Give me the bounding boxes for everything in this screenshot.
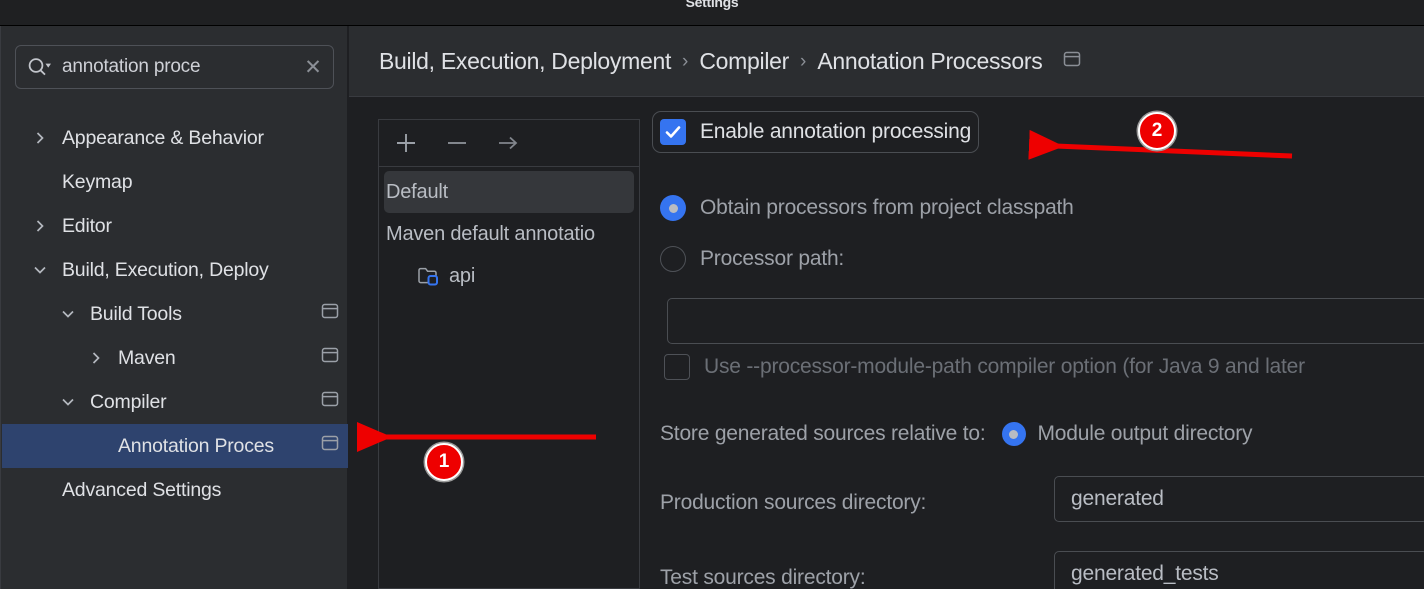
- sidebar-item-editor[interactable]: Editor: [0, 204, 348, 248]
- profiles-list: Default Maven default annotatio api: [379, 167, 639, 297]
- settings-dialog: Settings annotation proce ✕ Appearance &…: [0, 0, 1424, 589]
- obtain-from-classpath-radio[interactable]: [660, 195, 686, 221]
- module-output-directory-radio[interactable]: [1001, 422, 1026, 446]
- sidebar-left-edge: [0, 26, 2, 589]
- breadcrumb-item[interactable]: Build, Execution, Deployment: [379, 48, 671, 75]
- profile-list-item[interactable]: api: [379, 255, 639, 297]
- settings-search-box[interactable]: annotation proce ✕: [15, 45, 334, 89]
- enable-annotation-processing-row[interactable]: Enable annotation processing: [652, 111, 980, 153]
- chevron-right-icon[interactable]: [30, 128, 50, 148]
- sidebar-item-label: Appearance & Behavior: [62, 126, 264, 149]
- module-folder-icon: [417, 265, 441, 287]
- breadcrumb: Build, Execution, Deployment › Compiler › An…: [349, 27, 1424, 97]
- processor-path-label: Processor path:: [700, 247, 845, 270]
- production-sources-label-wrap: Production sources directory:: [660, 491, 926, 515]
- sidebar-item-label: Annotation Proces: [118, 434, 274, 457]
- project-level-settings-icon: [320, 434, 340, 458]
- arrow-right-icon[interactable]: [495, 130, 521, 156]
- settings-sidebar: annotation proce ✕ Appearance & Behavior…: [0, 26, 348, 589]
- processor-path-radio[interactable]: [660, 246, 686, 272]
- plus-icon[interactable]: [393, 130, 419, 156]
- breadcrumb-item[interactable]: Annotation Processors: [817, 48, 1042, 75]
- minus-icon[interactable]: [444, 130, 470, 156]
- annotation-marker-1: 1: [425, 443, 463, 481]
- profile-list-item-label: Maven default annotatio: [386, 222, 595, 245]
- processor-module-path-row: Use --processor-module-path compiler opt…: [664, 354, 1305, 380]
- module-output-directory-label: Module output directory: [1037, 422, 1253, 445]
- search-icon: [16, 56, 62, 78]
- settings-tree: Appearance & Behavior Keymap Editor Build, …: [0, 116, 348, 512]
- sidebar-item-advanced-settings[interactable]: Advanced Settings: [0, 468, 348, 512]
- profile-list-item-label: Default: [386, 180, 448, 203]
- project-level-settings-icon: [1062, 50, 1082, 73]
- profile-list-item[interactable]: Maven default annotatio: [379, 213, 639, 255]
- settings-content: Default Maven default annotatio api Enable…: [349, 97, 1424, 589]
- sidebar-item-label: Compiler: [90, 390, 167, 413]
- chevron-down-icon[interactable]: [58, 392, 78, 412]
- annotation-marker-2: 2: [1138, 112, 1176, 150]
- store-generated-sources-label: Store generated sources relative to:: [660, 422, 986, 445]
- profile-list-item-label: api: [449, 264, 476, 287]
- store-generated-sources-row: Store generated sources relative to: Mod…: [660, 422, 1253, 446]
- production-sources-input[interactable]: generated: [1054, 476, 1424, 522]
- sidebar-item-label: Build Tools: [90, 302, 182, 325]
- breadcrumb-item[interactable]: Compiler: [699, 48, 789, 75]
- sidebar-item-maven[interactable]: Maven: [0, 336, 348, 380]
- sidebar-item-label: Editor: [62, 214, 112, 237]
- sidebar-item-label: Maven: [118, 346, 176, 369]
- project-level-settings-icon: [320, 346, 340, 370]
- sidebar-item-compiler[interactable]: Compiler: [0, 380, 348, 424]
- sidebar-item-build-tools[interactable]: Build Tools: [0, 292, 348, 336]
- title-bar: Settings: [0, 0, 1424, 26]
- sidebar-item-annotation-proces[interactable]: Annotation Proces: [0, 424, 348, 468]
- breadcrumb-separator: ›: [682, 50, 689, 72]
- chevron-right-icon[interactable]: [86, 348, 106, 368]
- close-icon[interactable]: ✕: [293, 57, 333, 78]
- sidebar-item-label: Keymap: [62, 170, 133, 193]
- enable-annotation-processing-checkbox[interactable]: [660, 119, 686, 145]
- project-level-settings-icon: [320, 302, 340, 326]
- window-title: Settings: [685, 0, 739, 10]
- sidebar-item-label: Build, Execution, Deploy: [62, 258, 269, 281]
- test-sources-input[interactable]: generated_tests: [1054, 551, 1424, 589]
- obtain-from-classpath-row[interactable]: Obtain processors from project classpath: [660, 195, 1074, 221]
- profiles-toolbar: [379, 120, 639, 167]
- test-sources-label: Test sources directory:: [660, 566, 866, 589]
- project-level-settings-icon: [320, 390, 340, 414]
- breadcrumb-separator: ›: [800, 50, 807, 72]
- annotation-profiles-panel: Default Maven default annotatio api: [378, 119, 640, 589]
- profile-list-item[interactable]: Default: [384, 171, 634, 213]
- processor-module-path-checkbox: [664, 354, 690, 380]
- processor-module-path-label: Use --processor-module-path compiler opt…: [704, 355, 1305, 378]
- production-sources-label: Production sources directory:: [660, 491, 927, 514]
- processor-path-row[interactable]: Processor path:: [660, 246, 844, 272]
- chevron-down-icon[interactable]: [30, 260, 50, 280]
- search-input[interactable]: annotation proce: [62, 56, 293, 78]
- enable-annotation-processing-label: Enable annotation processing: [700, 120, 972, 143]
- obtain-from-classpath-label: Obtain processors from project classpath: [700, 196, 1074, 219]
- processor-path-input[interactable]: [667, 298, 1424, 344]
- sidebar-item-label: Advanced Settings: [62, 478, 222, 501]
- test-sources-label-wrap: Test sources directory:: [660, 566, 866, 589]
- sidebar-item-keymap[interactable]: Keymap: [0, 160, 348, 204]
- chevron-down-icon[interactable]: [58, 304, 78, 324]
- sidebar-item-build-execution-deploy[interactable]: Build, Execution, Deploy: [0, 248, 348, 292]
- chevron-right-icon[interactable]: [30, 216, 50, 236]
- sidebar-item-appearance-behavior[interactable]: Appearance & Behavior: [0, 116, 348, 160]
